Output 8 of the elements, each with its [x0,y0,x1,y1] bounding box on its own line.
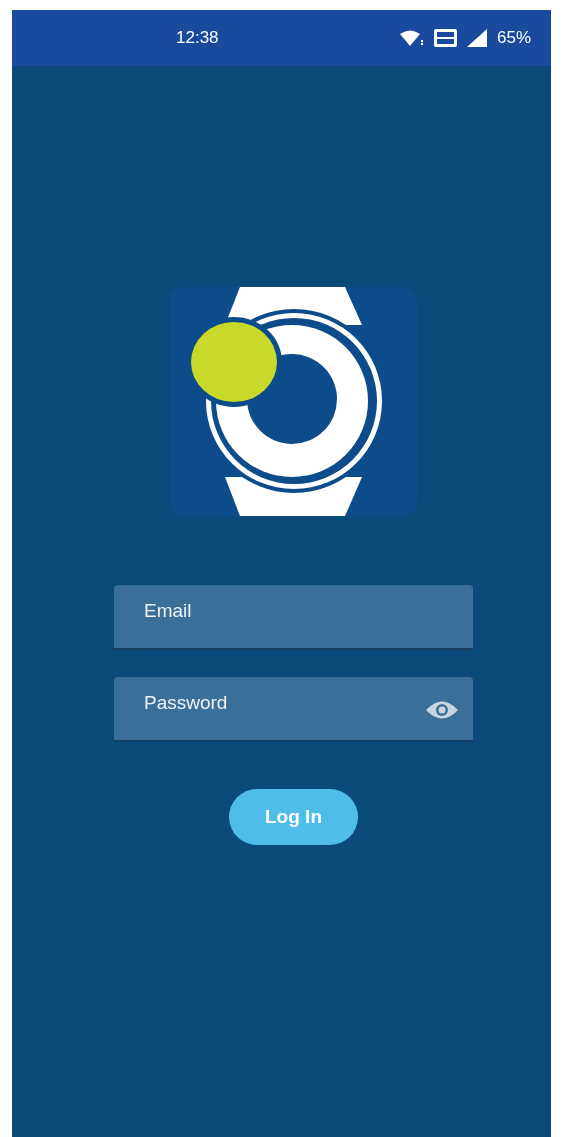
email-field[interactable]: Email [114,585,473,650]
password-field[interactable]: Password [114,677,473,742]
battery-level: 65% [496,27,531,50]
status-time: 12:38 [176,27,219,50]
show-password-icon[interactable] [425,699,459,721]
signal-icon [466,29,487,47]
wifi-icon [399,30,424,46]
login-button[interactable]: Log In [229,789,358,845]
